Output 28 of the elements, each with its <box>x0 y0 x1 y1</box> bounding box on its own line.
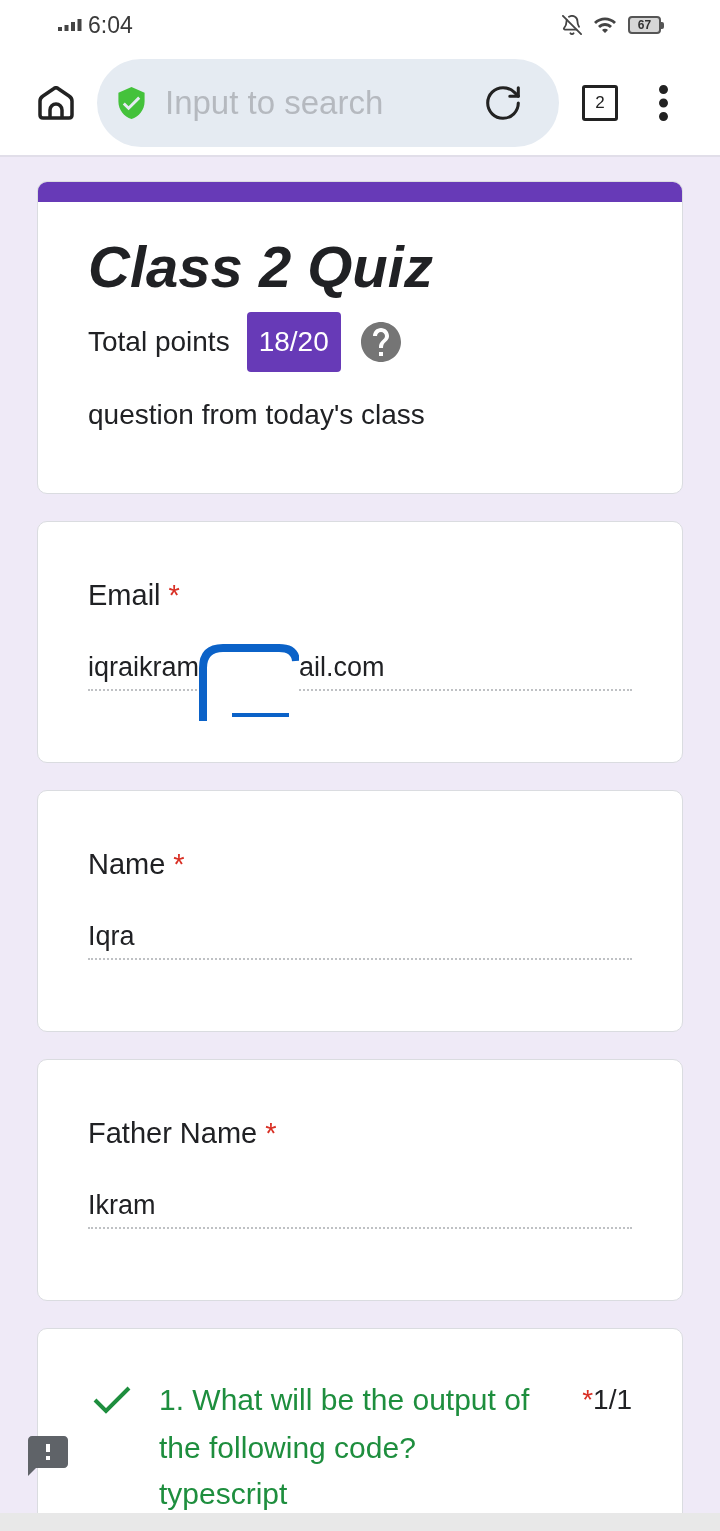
battery-indicator: 67 <box>628 16 664 34</box>
question-description: typescript <box>159 1479 289 1509</box>
wifi-icon <box>594 16 616 34</box>
menu-button[interactable] <box>659 84 668 121</box>
required-mark: * <box>168 578 180 613</box>
required-mark: * <box>582 1383 594 1417</box>
answer-field[interactable]: Iqra <box>88 919 632 960</box>
quiz-title: Class 2 Quiz <box>88 233 434 301</box>
tabs-button[interactable]: 2 <box>582 84 618 121</box>
signal-icon <box>58 19 82 31</box>
feedback-icon[interactable] <box>28 1436 68 1476</box>
reload-icon[interactable] <box>486 85 520 120</box>
field-label: Email <box>88 578 161 613</box>
answer-field[interactable]: Ikram <box>88 1188 632 1229</box>
question-points: 1/1 <box>593 1383 632 1417</box>
field-label: Father Name <box>88 1116 258 1151</box>
shield-check-icon <box>118 86 145 119</box>
quiz-description: question from today's class <box>88 398 426 432</box>
bell-off-icon <box>562 15 582 35</box>
help-icon[interactable] <box>360 322 401 362</box>
question-text: 1. What will be the output of the following code? <box>159 1382 531 1466</box>
home-icon[interactable] <box>38 85 74 120</box>
score-badge: 18/20 <box>246 312 341 372</box>
required-mark: * <box>265 1116 277 1151</box>
field-label: Name <box>88 847 166 882</box>
points-label: Total points <box>88 325 230 359</box>
required-mark: * <box>173 847 185 882</box>
clock-time: 6:04 <box>88 11 133 39</box>
